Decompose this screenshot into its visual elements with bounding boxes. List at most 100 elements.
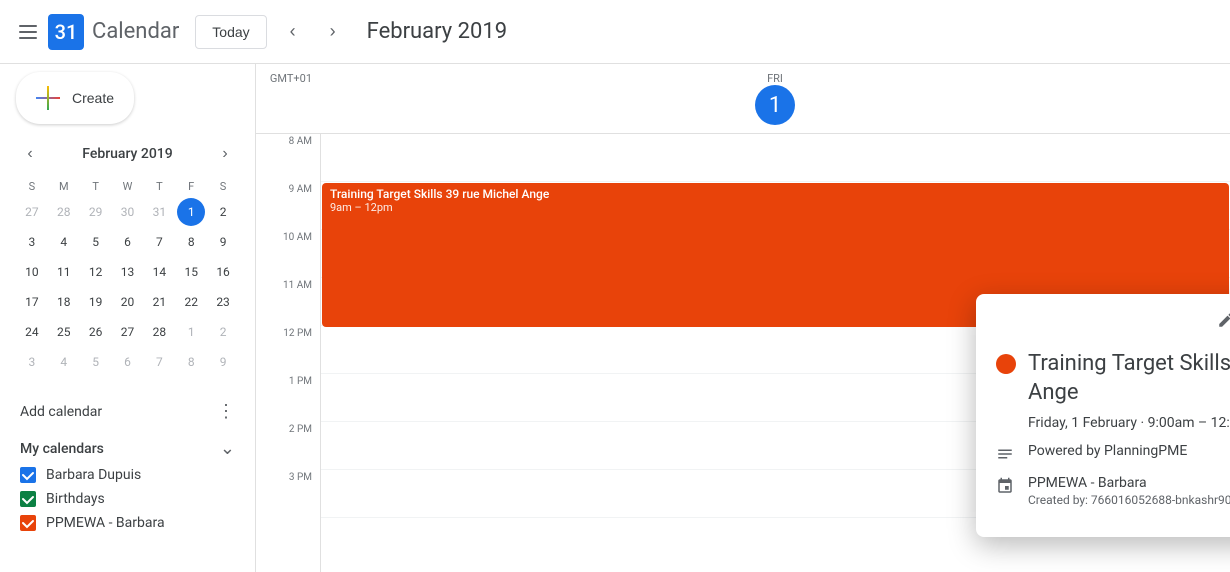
mini-cal-day[interactable]: 5 [82, 348, 110, 376]
popup-edit-button[interactable] [1208, 302, 1230, 338]
mini-cal-day[interactable]: 8 [177, 348, 205, 376]
mini-cal-day[interactable]: 26 [82, 318, 110, 346]
calendar-item[interactable]: Barbara Dupuis [16, 463, 239, 487]
mini-cal-day[interactable]: 7 [145, 228, 173, 256]
mini-cal-weekday: W [112, 176, 144, 197]
popup-datetime: Friday, 1 February · 9:00am – 12:00pm [1028, 415, 1230, 431]
event-title: Training Target Skills 39 rue Michel Ang… [330, 187, 1221, 201]
popup-color-dot [996, 354, 1016, 374]
logo-box: 31 [48, 14, 84, 50]
mini-cal-prev[interactable]: ‹ [16, 140, 44, 168]
mini-cal-weekday: T [80, 176, 112, 197]
mini-cal-day[interactable]: 12 [82, 258, 110, 286]
calendar-item[interactable]: PPMEWA - Barbara [16, 511, 239, 535]
calendar-checkbox[interactable] [20, 491, 36, 507]
mini-cal-weekdays: SMTWTFS [16, 176, 239, 197]
today-button[interactable]: Today [195, 15, 266, 49]
time-slot: 1 PM [256, 374, 320, 422]
mini-cal-day[interactable]: 6 [113, 348, 141, 376]
mini-cal-day[interactable]: 28 [50, 198, 78, 226]
mini-cal-day[interactable]: 2 [209, 198, 237, 226]
time-slot: 2 PM [256, 422, 320, 470]
mini-cal-day[interactable]: 20 [113, 288, 141, 316]
time-col: 8 AM9 AM10 AM11 AM12 PM1 PM2 PM3 PM [256, 134, 320, 572]
calendar-checkbox[interactable] [20, 515, 36, 531]
add-calendar-row[interactable]: Add calendar ⋮ [16, 393, 239, 430]
day-col-header: FRI 1 [320, 72, 1230, 125]
mini-cal-day[interactable]: 24 [18, 318, 46, 346]
top-header: 31 Calendar Today ‹ › February 2019 [0, 0, 1230, 64]
mini-cal-day[interactable]: 29 [82, 198, 110, 226]
day-name: FRI [320, 72, 1230, 85]
my-calendars-title: My calendars [20, 441, 104, 457]
popup-calendar-name: PPMEWA - Barbara [1028, 475, 1230, 491]
mini-cal-day[interactable]: 5 [82, 228, 110, 256]
mini-cal-day[interactable]: 13 [113, 258, 141, 286]
mini-cal-day[interactable]: 14 [145, 258, 173, 286]
time-label: 1 PM [289, 376, 312, 387]
popup-event-title: Training Target Skills 39 rue Michel Ang… [1028, 350, 1230, 407]
mini-cal-day[interactable]: 2 [209, 318, 237, 346]
header-title: February 2019 [367, 19, 507, 44]
create-plus-icon [36, 86, 60, 110]
popup-description-text: Powered by PlanningPME [1028, 443, 1187, 459]
add-calendar-label: Add calendar [20, 404, 102, 420]
app-name: Calendar [92, 19, 179, 44]
mini-cal-grid: SMTWTFS 27282930311234567891011121314151… [16, 176, 239, 377]
mini-cal-day[interactable]: 28 [145, 318, 173, 346]
time-label: 9 AM [289, 184, 312, 195]
mini-cal-day[interactable]: 18 [50, 288, 78, 316]
mini-cal-day[interactable]: 8 [177, 228, 205, 256]
mini-cal-days: 2728293031123456789101112131415161718192… [16, 197, 239, 377]
mini-cal-day[interactable]: 7 [145, 348, 173, 376]
mini-cal-day[interactable]: 3 [18, 228, 46, 256]
time-slot: 8 AM [256, 134, 320, 182]
mini-cal-day[interactable]: 21 [145, 288, 173, 316]
mini-cal-weekday: S [207, 176, 239, 197]
day-number[interactable]: 1 [755, 85, 795, 125]
mini-cal-day[interactable]: 30 [113, 198, 141, 226]
mini-cal-day[interactable]: 19 [82, 288, 110, 316]
mini-cal-day[interactable]: 6 [113, 228, 141, 256]
mini-cal-day[interactable]: 1 [177, 318, 205, 346]
mini-cal-day[interactable]: 4 [50, 228, 78, 256]
mini-cal-day[interactable]: 22 [177, 288, 205, 316]
time-slot: 10 AM [256, 230, 320, 278]
calendar-item[interactable]: Birthdays [16, 487, 239, 511]
mini-cal-day[interactable]: 11 [50, 258, 78, 286]
day-header: GMT+01 FRI 1 [256, 64, 1230, 134]
my-calendars-toggle[interactable]: ⌄ [220, 438, 235, 459]
mini-cal-day[interactable]: 31 [145, 198, 173, 226]
popup-description-icon [996, 445, 1016, 465]
mini-cal-day[interactable]: 15 [177, 258, 205, 286]
prev-arrow[interactable]: ‹ [275, 14, 311, 50]
mini-cal-day[interactable]: 9 [209, 348, 237, 376]
hour-line [321, 134, 1230, 182]
mini-cal-day[interactable]: 9 [209, 228, 237, 256]
mini-cal-day[interactable]: 23 [209, 288, 237, 316]
mini-cal-weekday: F [175, 176, 207, 197]
popup-toolbar [976, 294, 1230, 346]
mini-cal-day[interactable]: 27 [113, 318, 141, 346]
mini-cal-day[interactable]: 16 [209, 258, 237, 286]
main-layout: Create ‹ February 2019 › SMTWTFS 2728293… [0, 64, 1230, 572]
mini-cal-day[interactable]: 10 [18, 258, 46, 286]
mini-cal-day[interactable]: 17 [18, 288, 46, 316]
mini-cal-day[interactable]: 3 [18, 348, 46, 376]
time-slot: 3 PM [256, 470, 320, 518]
create-button[interactable]: Create [16, 72, 134, 124]
popup-calendar-icon [996, 477, 1016, 497]
popup-title-row: Training Target Skills 39 rue Michel Ang… [996, 350, 1230, 407]
calendar-checkbox[interactable] [20, 467, 36, 483]
popup-description-row: Powered by PlanningPME [996, 443, 1230, 465]
popup-body: Training Target Skills 39 rue Michel Ang… [976, 346, 1230, 537]
mini-cal-next[interactable]: › [211, 140, 239, 168]
time-label: 8 AM [289, 136, 312, 147]
add-calendar-more-icon[interactable]: ⋮ [217, 401, 235, 422]
mini-cal-day[interactable]: 27 [18, 198, 46, 226]
menu-icon[interactable] [16, 20, 40, 44]
next-arrow[interactable]: › [315, 14, 351, 50]
mini-cal-day[interactable]: 1 [177, 198, 205, 226]
mini-cal-day[interactable]: 25 [50, 318, 78, 346]
mini-cal-day[interactable]: 4 [50, 348, 78, 376]
